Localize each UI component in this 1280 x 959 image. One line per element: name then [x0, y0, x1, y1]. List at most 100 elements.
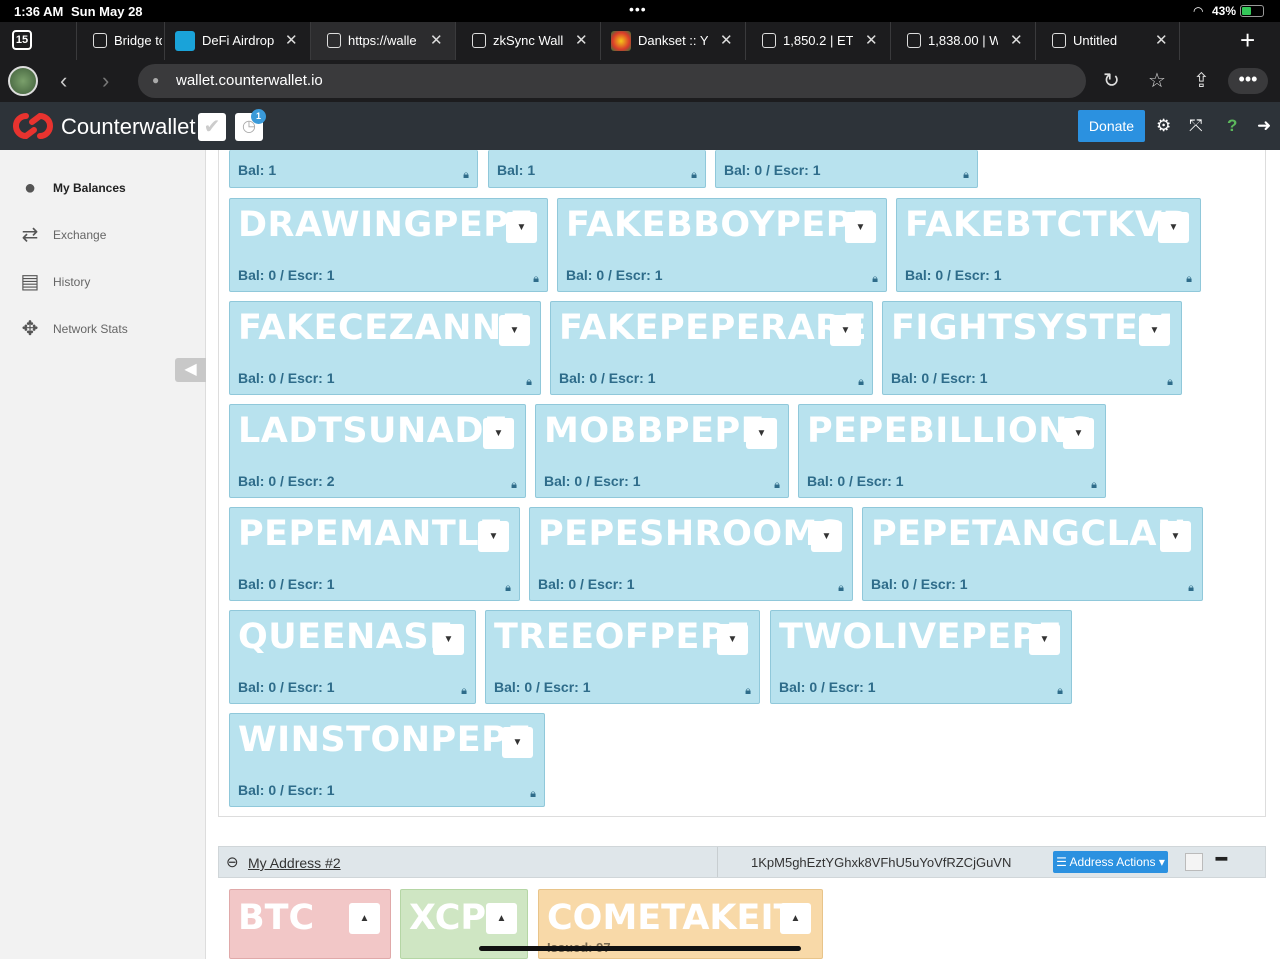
asset-balance: Bal: 0 / Escr: 1	[905, 267, 1002, 283]
asset-balance: Bal: 0 / Escr: 1	[538, 576, 635, 592]
asset-dropdown-button[interactable]: ▼	[830, 315, 861, 346]
asset-dropdown-button[interactable]: ▼	[478, 521, 509, 552]
forward-chevron-icon[interactable]: ›	[102, 68, 109, 94]
asset-dropdown-button[interactable]: ▼	[1139, 315, 1170, 346]
asset-dropdown-button[interactable]: ▼	[746, 418, 777, 449]
browser-tab[interactable]: Dankset :: Y ✕	[600, 22, 745, 60]
browser-tab-active[interactable]: https://walle ✕	[310, 22, 455, 60]
asset-name: XCP	[409, 898, 487, 938]
tab-title: DeFi Airdrop	[202, 33, 274, 48]
lock-icon: 🔒︎	[1167, 376, 1173, 388]
tab-title: Bridge to	[114, 33, 162, 48]
battery-icon	[1240, 5, 1264, 17]
asset-dropdown-button[interactable]: ▼	[502, 727, 533, 758]
checkmark-icon[interactable]: ✔	[198, 113, 226, 141]
close-tab-icon[interactable]: ✕	[1155, 31, 1168, 49]
asset-name: TWOLIVEPEPE	[779, 617, 1063, 657]
multitask-dots-icon[interactable]: •••	[629, 1, 647, 17]
help-icon[interactable]: ?	[1227, 116, 1237, 136]
fullscreen-icon[interactable]: ⤧	[1189, 116, 1203, 136]
sidebar-item-network-stats[interactable]: ✥ Network Stats	[0, 309, 205, 349]
sidebar-item-history[interactable]: ▤ History	[0, 262, 205, 302]
page-icon	[1052, 33, 1066, 48]
asset-balance: Bal: 0 / Escr: 1	[724, 162, 821, 178]
lock-icon: 🔒︎	[858, 376, 864, 388]
close-tab-icon[interactable]: ✕	[720, 31, 733, 49]
address-select-checkbox[interactable]	[1185, 853, 1203, 871]
asset-dropdown-button[interactable]: ▼	[433, 624, 464, 655]
url-field[interactable]: ● wallet.counterwallet.io	[138, 64, 1086, 98]
asset-dropdown-button[interactable]: ▼	[717, 624, 748, 655]
profile-avatar[interactable]	[8, 66, 38, 96]
browser-tab[interactable]: 1,850.2 | ETH ✕	[745, 22, 890, 60]
address-actions-button[interactable]: ☰ Address Actions ▾	[1053, 851, 1168, 873]
asset-dropdown-button[interactable]: ▼	[1063, 418, 1094, 449]
sidebar-item-exchange[interactable]: ⇄ Exchange	[0, 215, 205, 255]
asset-card: FAKEPEPERARE ▼ Bal: 0 / Escr: 1 🔒︎	[550, 301, 873, 395]
asset-dropdown-button[interactable]: ▼	[845, 212, 876, 243]
close-tab-icon[interactable]: ✕	[1010, 31, 1023, 49]
lock-icon: 🔒︎	[1188, 582, 1194, 594]
share-icon[interactable]: ⇪	[1193, 68, 1210, 94]
back-chevron-icon[interactable]: ‹	[60, 68, 67, 94]
lock-icon: 🔒︎	[511, 479, 517, 491]
asset-dropdown-button[interactable]: ▼	[483, 418, 514, 449]
asset-dropdown-button[interactable]: ▼	[1158, 212, 1189, 243]
asset-card: PEPEMANTLE ▼ Bal: 0 / Escr: 1 🔒︎	[229, 507, 520, 601]
asset-name: LADTSUNADE	[238, 411, 509, 451]
asset-name: PEPETANGCLAN	[871, 514, 1187, 554]
asset-dropdown-button[interactable]: ▼	[811, 521, 842, 552]
asset-dropdown-button[interactable]: ▲	[780, 903, 811, 934]
asset-card: FAKECEZANNE ▼ Bal: 0 / Escr: 1 🔒︎	[229, 301, 541, 395]
asset-dropdown-button[interactable]: ▼	[506, 212, 537, 243]
address-label-link[interactable]: My Address #2	[248, 855, 341, 871]
asset-name: PEPEMANTLE	[238, 514, 504, 554]
browser-tab[interactable]: DeFi Airdrop ✕	[164, 22, 310, 60]
donate-button[interactable]: Donate	[1078, 110, 1145, 142]
address-header-row: ⊖ My Address #2 1KpM5ghEztYGhxk8VFhU5uYo…	[218, 846, 1266, 878]
asset-balance: Bal: 1	[238, 162, 277, 178]
asset-card: FAKEBTCTKVR ▼ Bal: 0 / Escr: 1 🔒︎	[896, 198, 1201, 292]
browser-tab[interactable]: Untitled ✕	[1035, 22, 1180, 60]
browser-tab[interactable]: zkSync Wall ✕	[455, 22, 600, 60]
battery-percent: 43%	[1212, 4, 1237, 18]
reload-icon[interactable]: ↻	[1103, 68, 1120, 94]
sidebar-item-label: History	[53, 275, 91, 289]
lock-icon: 🔒︎	[530, 788, 536, 800]
asset-dropdown-button[interactable]: ▼	[1029, 624, 1060, 655]
asset-balance: Bal: 0 / Escr: 1	[238, 782, 335, 798]
minimize-icon[interactable]: ━	[1216, 849, 1227, 870]
asset-name: TREEOFPEPE	[494, 617, 751, 657]
asset-balance: Bal: 0 / Escr: 1	[566, 267, 663, 283]
asset-name: FAKEBTCTKVR	[905, 205, 1190, 245]
gear-icon[interactable]: ⚙	[1156, 116, 1171, 136]
page-icon	[907, 33, 921, 48]
tab-title: Untitled	[1073, 33, 1118, 48]
bookmark-star-icon[interactable]: ☆	[1148, 68, 1166, 94]
asset-name: FIGHTSYSTEM	[891, 308, 1174, 348]
asset-dropdown-button[interactable]: ▼	[499, 315, 530, 346]
asset-card: TWOLIVEPEPE ▼ Bal: 0 / Escr: 1 🔒︎	[770, 610, 1072, 704]
book-icon: ▤	[20, 271, 40, 293]
asset-name: PEPESHROOMS	[538, 514, 844, 554]
more-options-icon[interactable]: •••	[1228, 68, 1268, 94]
close-tab-icon[interactable]: ✕	[865, 31, 878, 49]
collapse-circle-icon[interactable]: ⊖	[226, 853, 239, 871]
tab-overview-button[interactable]: 15	[12, 30, 32, 50]
close-tab-icon[interactable]: ✕	[285, 31, 298, 49]
notification-badge: 1	[251, 109, 266, 124]
close-tab-icon[interactable]: ✕	[575, 31, 588, 49]
browser-tab[interactable]: 1,838.00 | W ✕	[890, 22, 1035, 60]
sidebar-item-my-balances[interactable]: ● My Balances	[0, 168, 205, 208]
asset-dropdown-button[interactable]: ▼	[1160, 521, 1191, 552]
browser-tab-bar: Bridge to DeFi Airdrop ✕ https://walle ✕…	[0, 22, 1280, 60]
logout-icon[interactable]: ➜	[1257, 116, 1271, 136]
asset-balance: Bal: 0 / Escr: 1	[238, 267, 335, 283]
asset-dropdown-button[interactable]: ▲	[349, 903, 380, 934]
asset-dropdown-button[interactable]: ▲	[486, 903, 517, 934]
collapse-sidebar-icon[interactable]: ◀	[175, 358, 206, 382]
browser-tab[interactable]: Bridge to	[76, 22, 164, 60]
new-tab-plus-icon[interactable]: +	[1240, 26, 1255, 54]
close-tab-icon[interactable]: ✕	[430, 31, 443, 49]
asset-name: WINSTONPEPE	[238, 720, 532, 760]
